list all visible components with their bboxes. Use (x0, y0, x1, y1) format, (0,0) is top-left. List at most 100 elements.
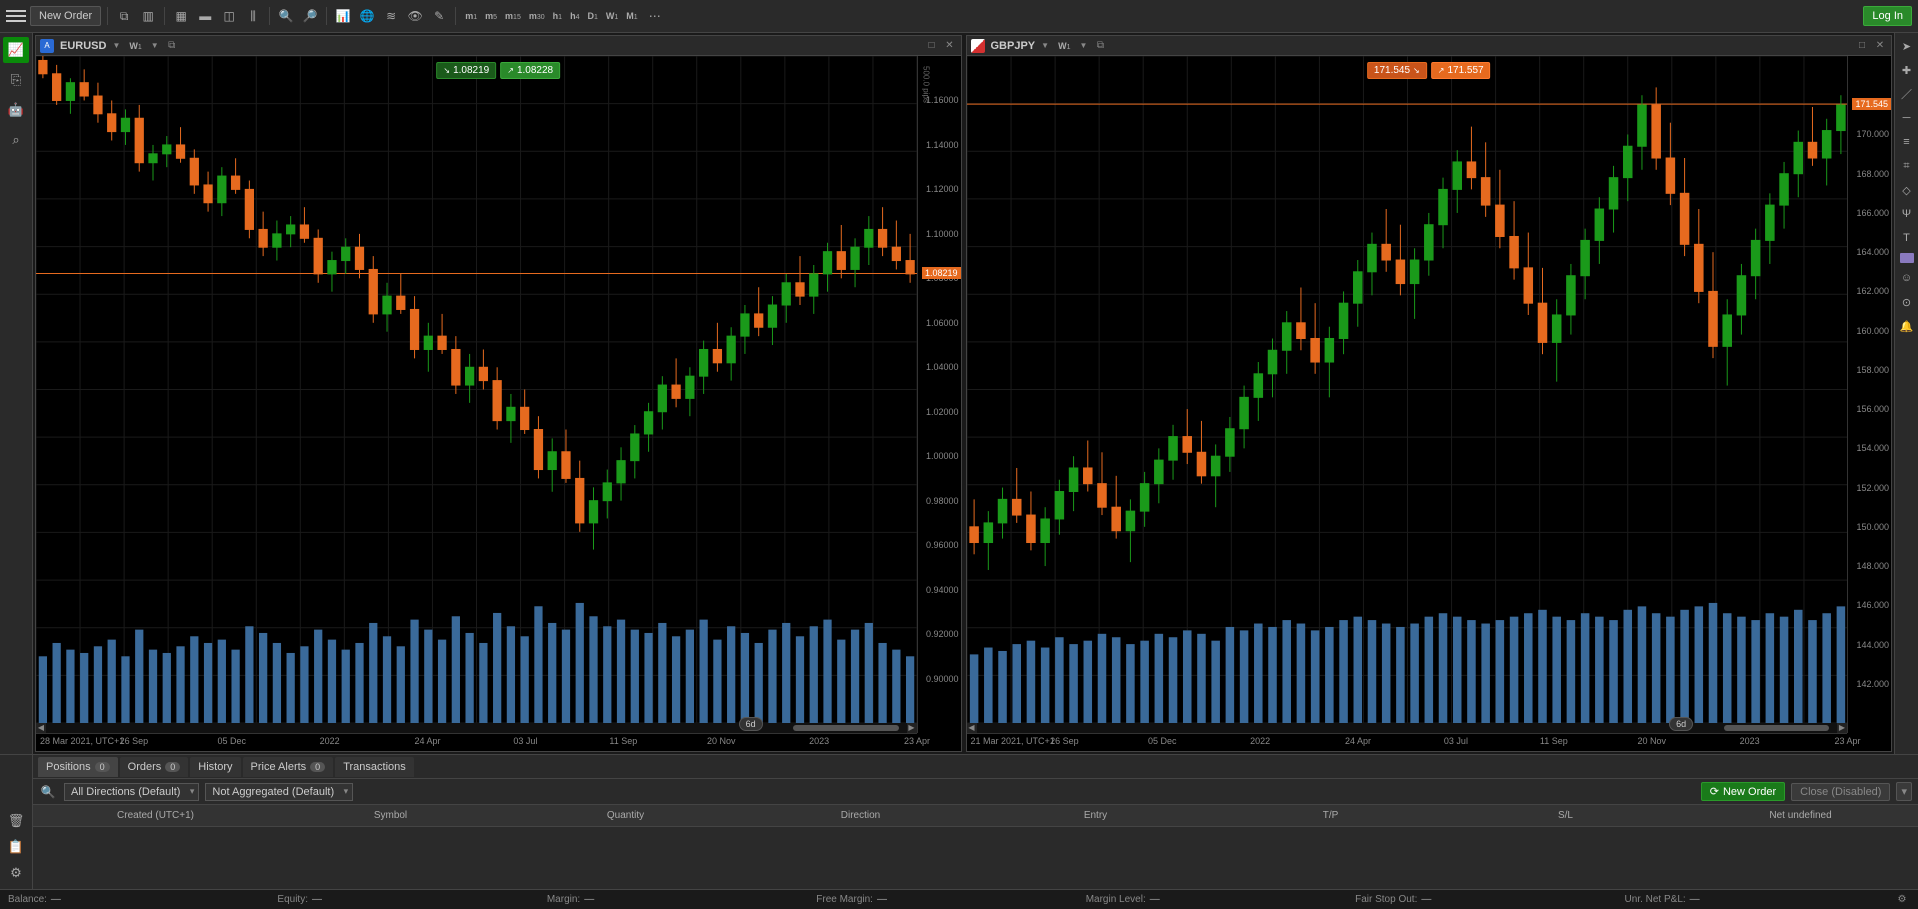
buy-pill[interactable]: ↗1.08228 (500, 62, 560, 79)
scroll-left-icon[interactable]: ◀ (36, 723, 46, 733)
scroll-right-icon[interactable]: ▶ (907, 723, 917, 733)
symbol-name[interactable]: GBPJPY (991, 40, 1036, 52)
timeframe-h1[interactable]: h1 (550, 9, 565, 23)
timeframe-m30[interactable]: m30 (526, 9, 548, 23)
timeframe-badge[interactable]: W1 (126, 39, 144, 53)
globe-icon[interactable]: 🌐 (357, 6, 377, 26)
zoom-in-icon[interactable]: 🔎 (300, 6, 320, 26)
column-header[interactable]: Symbol (273, 805, 508, 826)
gear-icon[interactable]: ⚙ (1894, 892, 1910, 908)
clipboard-icon[interactable]: 📋 (6, 837, 26, 857)
dropdown-button[interactable]: ▾ (1896, 782, 1912, 801)
tab-transactions[interactable]: Transactions (335, 757, 414, 777)
chart-body-right[interactable]: 171.545↘ ↗171.557 170.000168.000166.0001… (967, 56, 1892, 751)
emoji-icon[interactable]: ☺ (1898, 269, 1916, 287)
column-header[interactable]: Direction (743, 805, 978, 826)
crosshair-icon[interactable]: ✚ (1898, 61, 1916, 79)
timeframe-m1[interactable]: m1 (462, 9, 480, 23)
direction-filter[interactable]: All Directions (Default) (64, 783, 199, 801)
chevron-down-icon[interactable]: ▼ (112, 41, 120, 50)
symbol-name[interactable]: EURUSD (60, 40, 106, 52)
pitchfork-icon[interactable]: Ψ (1898, 205, 1916, 223)
shapes-icon[interactable]: ◇ (1898, 181, 1916, 199)
scroll-thumb[interactable] (793, 725, 899, 731)
tab-history[interactable]: History (190, 757, 240, 777)
cursor-icon[interactable]: ➤ (1898, 37, 1916, 55)
x-axis[interactable]: 28 Mar 2021, UTC+126 Sep05 Dec202224 Apr… (36, 733, 917, 751)
maximize-icon[interactable]: □ (1855, 39, 1869, 53)
scroll-right-icon[interactable]: ▶ (1837, 723, 1847, 733)
trade-panel-icon[interactable]: 📈 (3, 37, 29, 63)
grid4-icon[interactable]: ▦ (171, 6, 191, 26)
column-header[interactable]: S/L (1448, 805, 1683, 826)
fib-icon[interactable]: ⌗ (1898, 157, 1916, 175)
eye-icon[interactable]: 👁 (405, 6, 425, 26)
close-disabled-button[interactable]: Close (Disabled) (1791, 783, 1890, 801)
sell-pill[interactable]: ↘1.08219 (436, 62, 496, 79)
x-axis[interactable]: 21 Mar 2021, UTC+126 Sep05 Dec202224 Apr… (967, 733, 1848, 751)
text-icon[interactable]: T (1898, 229, 1916, 247)
detach-icon[interactable]: ⧉ (114, 6, 134, 26)
chevron-down-icon[interactable]: ▼ (1079, 41, 1087, 50)
robot-icon[interactable]: 🤖 (3, 97, 29, 123)
buy-pill[interactable]: ↗171.557 (1431, 62, 1491, 79)
column-header[interactable]: Net undefined (1683, 805, 1918, 826)
column-header[interactable]: Created (UTC+1) (38, 805, 273, 826)
tab-price-alerts[interactable]: Price Alerts0 (243, 757, 334, 777)
popout-icon[interactable]: ⧉ (1093, 39, 1107, 53)
search-icon[interactable]: 🔍 (38, 782, 58, 802)
edit-icon[interactable]: ✎ (429, 6, 449, 26)
column-header[interactable]: Entry (978, 805, 1213, 826)
login-button[interactable]: Log In (1863, 6, 1912, 26)
timeframe-M1[interactable]: M1 (623, 9, 640, 23)
single-icon[interactable]: ▬ (195, 6, 215, 26)
layout-icon[interactable]: ▥ (138, 6, 158, 26)
timeframe-D1[interactable]: D1 (584, 9, 600, 23)
rectangle-icon[interactable] (1900, 253, 1914, 263)
sell-pill[interactable]: 171.545↘ (1367, 62, 1427, 79)
close-icon[interactable]: ✕ (1873, 39, 1887, 53)
indicators-icon[interactable]: 📊 (333, 6, 353, 26)
split-icon[interactable]: ◫ (219, 6, 239, 26)
more-icon[interactable]: ⋯ (645, 6, 665, 26)
y-axis[interactable]: 170.000168.000166.000164.000162.000160.0… (1847, 56, 1891, 733)
column-header[interactable]: T/P (1213, 805, 1448, 826)
chevron-down-icon[interactable]: ▼ (151, 41, 159, 50)
equidistant-icon[interactable]: ≡ (1898, 133, 1916, 151)
timezone-badge[interactable]: 6d (1669, 717, 1693, 731)
timeframe-h4[interactable]: h4 (567, 9, 582, 23)
copy-icon[interactable]: ⎘ (3, 67, 29, 93)
chevron-down-icon[interactable]: ▼ (1041, 41, 1049, 50)
scroll-left-icon[interactable]: ◀ (967, 723, 977, 733)
search-icon[interactable]: ⌕ (3, 127, 29, 153)
layers-icon[interactable]: ≋ (381, 6, 401, 26)
trash-icon[interactable]: 🗑 (6, 811, 26, 831)
trend-line-icon[interactable]: ／ (1898, 85, 1916, 103)
timezone-badge[interactable]: 6d (739, 717, 763, 731)
timeframe-W1[interactable]: W1 (603, 9, 621, 23)
menu-icon[interactable] (6, 6, 26, 26)
chart-body-left[interactable]: ↘1.08219 ↗1.08228 500.0 pips 1.160001.14… (36, 56, 961, 751)
h-scrollbar[interactable]: ◀ ▶ (36, 723, 917, 733)
gear-icon[interactable]: ⚙ (6, 863, 26, 883)
chart-type-icon[interactable]: ⫼ (243, 6, 263, 26)
column-header[interactable]: Quantity (508, 805, 743, 826)
tab-orders[interactable]: Orders0 (120, 757, 189, 777)
new-order-button[interactable]: ⟳New Order (1701, 782, 1785, 801)
close-icon[interactable]: ✕ (943, 39, 957, 53)
h-scrollbar[interactable]: ◀ ▶ (967, 723, 1848, 733)
new-order-button[interactable]: New Order (30, 6, 101, 26)
aggregation-filter[interactable]: Not Aggregated (Default) (205, 783, 353, 801)
magnet-icon[interactable]: ⊙ (1898, 293, 1916, 311)
scroll-thumb[interactable] (1724, 725, 1830, 731)
horizontal-line-icon[interactable]: ─ (1898, 109, 1916, 127)
timeframe-badge[interactable]: W1 (1055, 39, 1073, 53)
zoom-out-icon[interactable]: 🔍 (276, 6, 296, 26)
y-axis[interactable]: 500.0 pips 1.160001.140001.120001.100001… (917, 56, 961, 733)
popout-icon[interactable]: ⧉ (165, 39, 179, 53)
tab-positions[interactable]: Positions0 (38, 757, 118, 777)
alert-icon[interactable]: 🔔 (1898, 317, 1916, 335)
maximize-icon[interactable]: □ (925, 39, 939, 53)
timeframe-m5[interactable]: m5 (482, 9, 500, 23)
timeframe-m15[interactable]: m15 (502, 9, 524, 23)
